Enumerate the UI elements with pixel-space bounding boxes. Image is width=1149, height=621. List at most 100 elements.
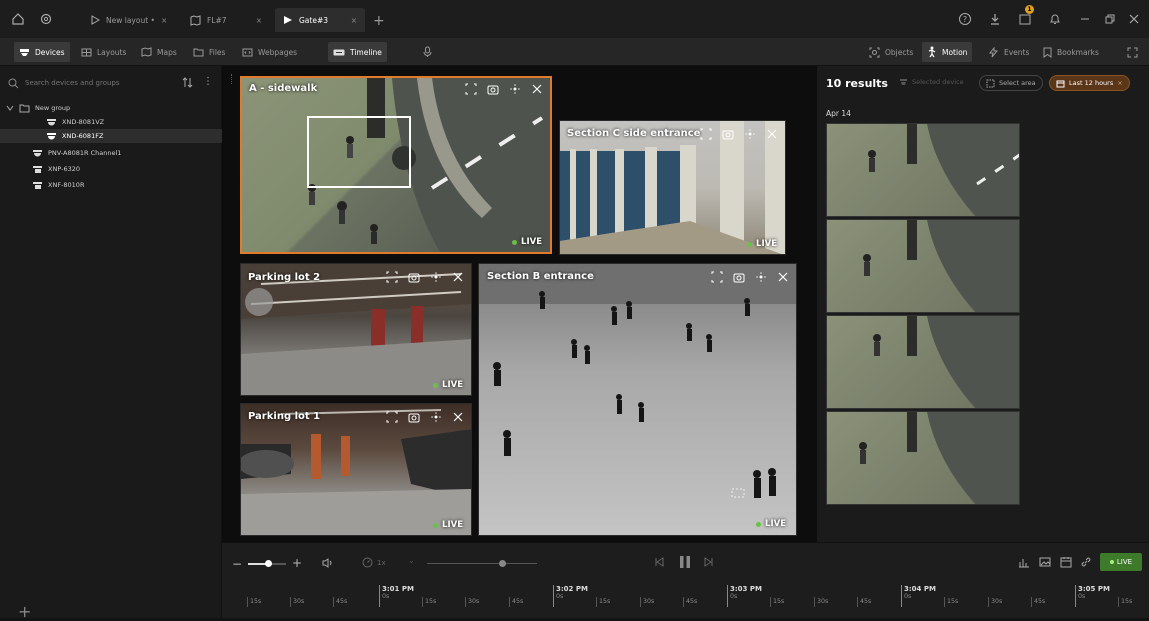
crop-icon[interactable]: [699, 127, 713, 141]
maps-button[interactable]: Maps: [136, 42, 182, 62]
snapshot-icon[interactable]: [732, 270, 746, 284]
objects-button[interactable]: Objects: [864, 42, 918, 62]
timeline-ruler[interactable]: 15s 30s 45s 3:01 PM 0s 15s 30s 45s 3:02 …: [222, 579, 1149, 619]
crop-icon[interactable]: [385, 270, 399, 284]
drag-handle[interactable]: [231, 74, 234, 84]
close-icon[interactable]: [451, 270, 465, 284]
events-label: Events: [1004, 47, 1030, 57]
tree-device[interactable]: XND-6081FZ: [0, 129, 222, 143]
result-thumbnail[interactable]: [826, 315, 1020, 409]
ptz-move-icon[interactable]: [754, 270, 768, 284]
ptz-move-icon[interactable]: [508, 82, 522, 96]
timeline-button[interactable]: Timeline: [328, 42, 387, 62]
timeline-major: 3:02 PM 0s: [553, 585, 588, 607]
bell-icon[interactable]: [1045, 9, 1065, 29]
home-icon[interactable]: [8, 9, 28, 29]
settings-icon[interactable]: [36, 9, 56, 29]
volume-icon[interactable]: [322, 558, 334, 568]
crop-icon[interactable]: [464, 82, 478, 96]
motion-button[interactable]: Motion: [922, 42, 973, 62]
tab-new-layout[interactable]: New layout • ×: [82, 8, 175, 32]
zoom-in-icon[interactable]: +: [292, 556, 302, 570]
layouts-button[interactable]: Layouts: [76, 42, 131, 62]
notification-image-icon[interactable]: 1: [1015, 5, 1035, 29]
bookmarks-button[interactable]: Bookmarks: [1038, 42, 1104, 62]
motion-results-panel: 10 results Selected device Select area L…: [817, 66, 1149, 542]
tree-device[interactable]: XND-8081VZ: [0, 115, 222, 129]
close-icon[interactable]: [451, 410, 465, 424]
snapshot-icon[interactable]: [407, 270, 421, 284]
result-thumbnail[interactable]: [826, 219, 1020, 313]
go-live-button[interactable]: LIVE: [1100, 553, 1142, 571]
minimize-icon[interactable]: [1075, 9, 1095, 29]
webpages-button[interactable]: Webpages: [237, 42, 302, 62]
bar-chart-icon[interactable]: [1018, 556, 1030, 568]
speed-label: 1x: [377, 558, 386, 567]
sort-icon[interactable]: [182, 77, 193, 88]
zoom-out-icon[interactable]: −: [232, 557, 242, 571]
crop-icon[interactable]: [385, 410, 399, 424]
devices-button[interactable]: Devices: [14, 42, 70, 62]
calendar-icon[interactable]: [1060, 556, 1072, 568]
camera-tile-parking-lot-2[interactable]: Parking lot 2 LIVE: [240, 263, 472, 396]
close-window-icon[interactable]: [1124, 9, 1144, 29]
download-icon[interactable]: [985, 9, 1005, 29]
time-range-chip[interactable]: Last 12 hours ×: [1049, 75, 1130, 91]
crop-icon[interactable]: [710, 270, 724, 284]
result-thumbnail[interactable]: [826, 411, 1020, 505]
restore-icon[interactable]: [1100, 9, 1120, 29]
close-icon[interactable]: ×: [351, 16, 357, 25]
add-tab-icon[interactable]: +: [373, 13, 385, 29]
motion-area-box[interactable]: [307, 116, 411, 188]
camera-tile-section-c[interactable]: Section C side entrance LIVE: [559, 120, 786, 255]
more-options-icon[interactable]: ⋮: [203, 76, 213, 87]
chevron-down-icon[interactable]: [6, 104, 14, 112]
skip-back-icon[interactable]: [654, 557, 664, 567]
map-icon: [190, 14, 201, 26]
close-icon[interactable]: [530, 82, 544, 96]
selected-device-filter[interactable]: Selected device: [899, 78, 964, 86]
close-icon[interactable]: [776, 270, 790, 284]
device-search[interactable]: [8, 74, 178, 92]
clear-range-icon[interactable]: ×: [1117, 79, 1122, 87]
files-button[interactable]: Files: [188, 42, 230, 62]
ptz-move-icon[interactable]: [429, 410, 443, 424]
pause-icon[interactable]: [679, 555, 691, 569]
snapshot-icon[interactable]: [407, 410, 421, 424]
seek-handle[interactable]: [499, 560, 506, 567]
ptz-move-icon[interactable]: [743, 127, 757, 141]
microphone-button[interactable]: [418, 42, 437, 62]
seek-slider[interactable]: [427, 560, 537, 567]
link-icon[interactable]: [1080, 556, 1092, 568]
plaza-scene: [479, 264, 796, 498]
close-icon[interactable]: ×: [161, 16, 167, 25]
events-button[interactable]: Events: [983, 42, 1034, 62]
add-icon[interactable]: +: [18, 602, 31, 621]
camera-tile-sidewalk[interactable]: A - sidewalk LIVE: [240, 76, 552, 254]
camera-tile-parking-lot-1[interactable]: Parking lot 1 LIVE: [240, 403, 472, 536]
select-area-button[interactable]: Select area: [979, 75, 1043, 91]
zoom-slider-handle[interactable]: [265, 560, 272, 567]
fullscreen-button[interactable]: [1122, 42, 1143, 62]
tab-gate3[interactable]: Gate#3 ×: [275, 8, 365, 32]
skip-forward-icon[interactable]: [704, 557, 714, 567]
tree-group-new-group[interactable]: New group: [0, 101, 222, 115]
close-icon[interactable]: [765, 127, 779, 141]
layouts-label: Layouts: [97, 47, 127, 57]
snapshot-icon[interactable]: [486, 82, 500, 96]
search-input[interactable]: [25, 79, 165, 87]
tree-device[interactable]: XNP-6320: [0, 162, 222, 176]
playback-speed[interactable]: 1x: [362, 557, 386, 568]
camera-tile-section-b[interactable]: Section B entrance LIVE: [478, 263, 797, 536]
help-icon[interactable]: ?: [955, 9, 975, 29]
tree-device[interactable]: PNV-A8081R Channel1: [0, 146, 222, 160]
tree-device[interactable]: XNF-8010R: [0, 178, 222, 192]
zoom-slider[interactable]: [248, 560, 286, 567]
close-icon[interactable]: ×: [256, 16, 262, 25]
chevron-down-icon[interactable]: ⌄: [408, 556, 415, 565]
tab-fl7[interactable]: FL#7 ×: [182, 8, 270, 32]
snapshot-icon[interactable]: [721, 127, 735, 141]
ptz-move-icon[interactable]: [429, 270, 443, 284]
result-thumbnail[interactable]: [826, 123, 1020, 217]
image-icon[interactable]: [1039, 556, 1051, 568]
